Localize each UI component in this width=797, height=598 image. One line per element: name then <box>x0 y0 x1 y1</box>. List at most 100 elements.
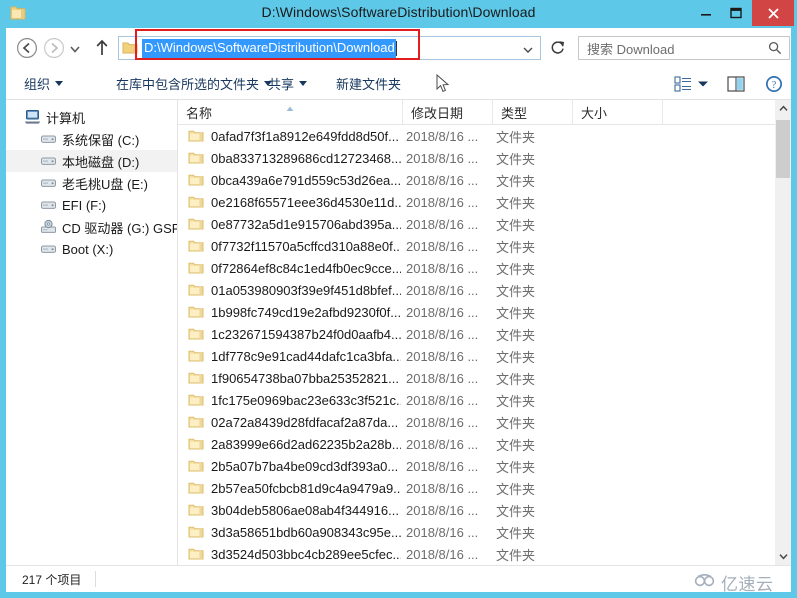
file-name-cell: 0f72864ef8c84c1ed4fb0ec9cce... <box>211 260 401 276</box>
maximize-button[interactable] <box>722 0 750 26</box>
scroll-up-button[interactable] <box>775 100 791 117</box>
column-header-size[interactable]: 大小 <box>573 100 663 124</box>
file-date-cell: 2018/8/16 ... <box>406 546 479 562</box>
table-row[interactable]: 1b998fc749cd19e2afbd9230f0f... 2018/8/16 … <box>178 301 775 323</box>
file-name-cell: 2b5a07b7ba4be09cd3df393a0... <box>211 458 399 474</box>
table-row[interactable]: 2b57ea50fcbcb81d9c4a9479a9... 2018/8/16 .… <box>178 477 775 499</box>
back-arrow-icon <box>17 38 37 58</box>
up-button[interactable] <box>94 38 110 58</box>
column-label: 名称 <box>186 105 213 121</box>
share-menu-button[interactable]: 共享 <box>268 68 308 99</box>
table-row[interactable]: 0ba833713289686cd12723468... 2018/8/16 ..… <box>178 147 775 169</box>
column-header-date-modified[interactable]: 修改日期 <box>403 100 493 124</box>
folder-icon <box>188 524 204 540</box>
address-bar[interactable]: D:\Windows\SoftwareDistribution\Download <box>118 36 541 60</box>
close-button[interactable] <box>752 0 794 26</box>
sidebar-item-efi-f[interactable]: EFI (F:) <box>6 194 177 216</box>
address-dropdown-button[interactable] <box>522 43 534 55</box>
scrollbar-thumb[interactable] <box>776 120 790 178</box>
table-row[interactable]: 02a72a8439d28fdfacaf2a87da... 2018/8/16 .… <box>178 411 775 433</box>
organize-label: 组织 <box>24 77 51 92</box>
table-row[interactable]: 3b04deb5806ae08ab4f344916... 2018/8/16 ..… <box>178 499 775 521</box>
table-row[interactable]: 0f7732f11570a5cffcd310a88e0f... 2018/8/16… <box>178 235 775 257</box>
view-options-icon <box>674 76 691 92</box>
sidebar-item-boot-x[interactable]: Boot (X:) <box>6 238 177 260</box>
forward-arrow-icon <box>44 38 64 58</box>
table-row[interactable]: 3d3a58651bdb60a908343c95e... 2018/8/16 ..… <box>178 521 775 543</box>
file-date-cell: 2018/8/16 ... <box>406 260 479 276</box>
refresh-icon <box>551 41 565 54</box>
watermark: 亿速云 <box>694 570 774 595</box>
forward-button[interactable] <box>43 37 65 59</box>
table-row[interactable]: 01a053980903f39e9f451d8bfef... 2018/8/16 … <box>178 279 775 301</box>
table-row[interactable]: 2b5a07b7ba4be09cd3df393a0... 2018/8/16 ..… <box>178 455 775 477</box>
organize-menu-button[interactable]: 组织 <box>24 68 64 99</box>
table-row[interactable]: 0afad7f3f1a8912e649fdd8d50f... 2018/8/16 … <box>178 125 775 147</box>
file-date-cell: 2018/8/16 ... <box>406 282 479 298</box>
search-box[interactable]: 搜索 Download <box>578 36 790 60</box>
table-row[interactable]: 0f72864ef8c84c1ed4fb0ec9cce... 2018/8/16 … <box>178 257 775 279</box>
search-icon[interactable] <box>768 41 782 55</box>
table-row[interactable]: 0bca439a6e791d559c53d26ea... 2018/8/16 ..… <box>178 169 775 191</box>
sidebar-item-usb-e[interactable]: 老毛桃U盘 (E:) <box>6 172 177 194</box>
view-options-button[interactable] <box>671 72 695 96</box>
new-folder-button[interactable]: 新建文件夹 <box>336 68 401 99</box>
file-name-cell: 0afad7f3f1a8912e649fdd8d50f... <box>211 128 399 144</box>
sidebar-item-cd-drive-g[interactable]: CD 驱动器 (G:) GSP <box>6 216 177 238</box>
table-row[interactable]: 1c232671594387b24f0d0aafb4... 2018/8/16 .… <box>178 323 775 345</box>
column-header-name[interactable]: 名称 <box>178 100 403 124</box>
folder-icon <box>188 502 204 518</box>
folder-icon <box>188 436 204 452</box>
include-in-library-menu-button[interactable]: 在库中包含所选的文件夹 <box>116 68 273 99</box>
file-name-cell: 3d3524d503bbc4cb289ee5cfec... <box>211 546 401 562</box>
preview-pane-button[interactable] <box>724 72 748 96</box>
folder-icon <box>188 282 204 298</box>
sidebar-item-computer[interactable]: 计算机 <box>6 106 177 128</box>
file-type-cell: 文件夹 <box>496 371 536 387</box>
status-divider <box>95 571 97 587</box>
history-dropdown-button[interactable] <box>68 42 82 54</box>
minimize-button[interactable] <box>692 0 720 26</box>
column-label: 大小 <box>581 105 608 121</box>
file-date-cell: 2018/8/16 ... <box>406 150 479 166</box>
chevron-down-icon <box>778 554 788 560</box>
scroll-down-button[interactable] <box>775 548 791 565</box>
file-date-cell: 2018/8/16 ... <box>406 458 479 474</box>
table-row[interactable]: 1f90654738ba07bba25352821... 2018/8/16 ..… <box>178 367 775 389</box>
file-type-cell: 文件夹 <box>496 525 536 541</box>
help-button[interactable]: ? <box>762 72 786 96</box>
file-date-cell: 2018/8/16 ... <box>406 414 479 430</box>
sort-ascending-icon <box>284 101 296 111</box>
share-label: 共享 <box>268 77 295 92</box>
include-in-library-label: 在库中包含所选的文件夹 <box>116 77 260 92</box>
sidebar-item-label: EFI (F:) <box>62 197 107 213</box>
table-row[interactable]: 0e2168f65571eee36d4530e11d... 2018/8/16 .… <box>178 191 775 213</box>
command-toolbar: 组织 在库中包含所选的文件夹 共享 新建文件夹 ? <box>6 68 791 100</box>
table-row[interactable]: 1df778c9e91cad44dafc1ca3bfa... 2018/8/16 … <box>178 345 775 367</box>
file-date-cell: 2018/8/16 ... <box>406 172 479 188</box>
refresh-button[interactable] <box>546 36 570 60</box>
sidebar-item-label: 系统保留 (C:) <box>62 132 140 148</box>
chevron-up-icon <box>778 105 788 111</box>
folder-icon <box>188 260 204 276</box>
table-row[interactable]: 2a83999e66d2ad62235b2a28b... 2018/8/16 ..… <box>178 433 775 455</box>
sidebar-item-system-reserved-c[interactable]: 系统保留 (C:) <box>6 128 177 150</box>
table-row[interactable]: 0e87732a5d1e915706abd395a... 2018/8/16 ..… <box>178 213 775 235</box>
view-options-dropdown[interactable] <box>696 80 710 88</box>
folder-icon <box>122 40 138 56</box>
vertical-scrollbar[interactable] <box>775 100 791 565</box>
back-button[interactable] <box>16 37 38 59</box>
file-date-cell: 2018/8/16 ... <box>406 480 479 496</box>
file-date-cell: 2018/8/16 ... <box>406 502 479 518</box>
file-type-cell: 文件夹 <box>496 129 536 145</box>
file-type-cell: 文件夹 <box>496 239 536 255</box>
table-row[interactable]: 1fc175e0969bac23e633c3f521c... 2018/8/16 … <box>178 389 775 411</box>
column-header-type[interactable]: 类型 <box>493 100 573 124</box>
computer-icon <box>24 109 41 125</box>
table-row[interactable]: 3d3524d503bbc4cb289ee5cfec... 2018/8/16 .… <box>178 543 775 565</box>
address-input[interactable]: D:\Windows\SoftwareDistribution\Download <box>142 38 396 58</box>
file-list-pane: 名称 修改日期 类型 大小 0afad7f3f1a8912e649fdd8d50… <box>178 100 775 565</box>
search-input[interactable]: 搜索 Download <box>587 39 674 58</box>
cd-drive-icon <box>40 219 57 235</box>
sidebar-item-local-disk-d[interactable]: 本地磁盘 (D:) <box>6 150 177 172</box>
